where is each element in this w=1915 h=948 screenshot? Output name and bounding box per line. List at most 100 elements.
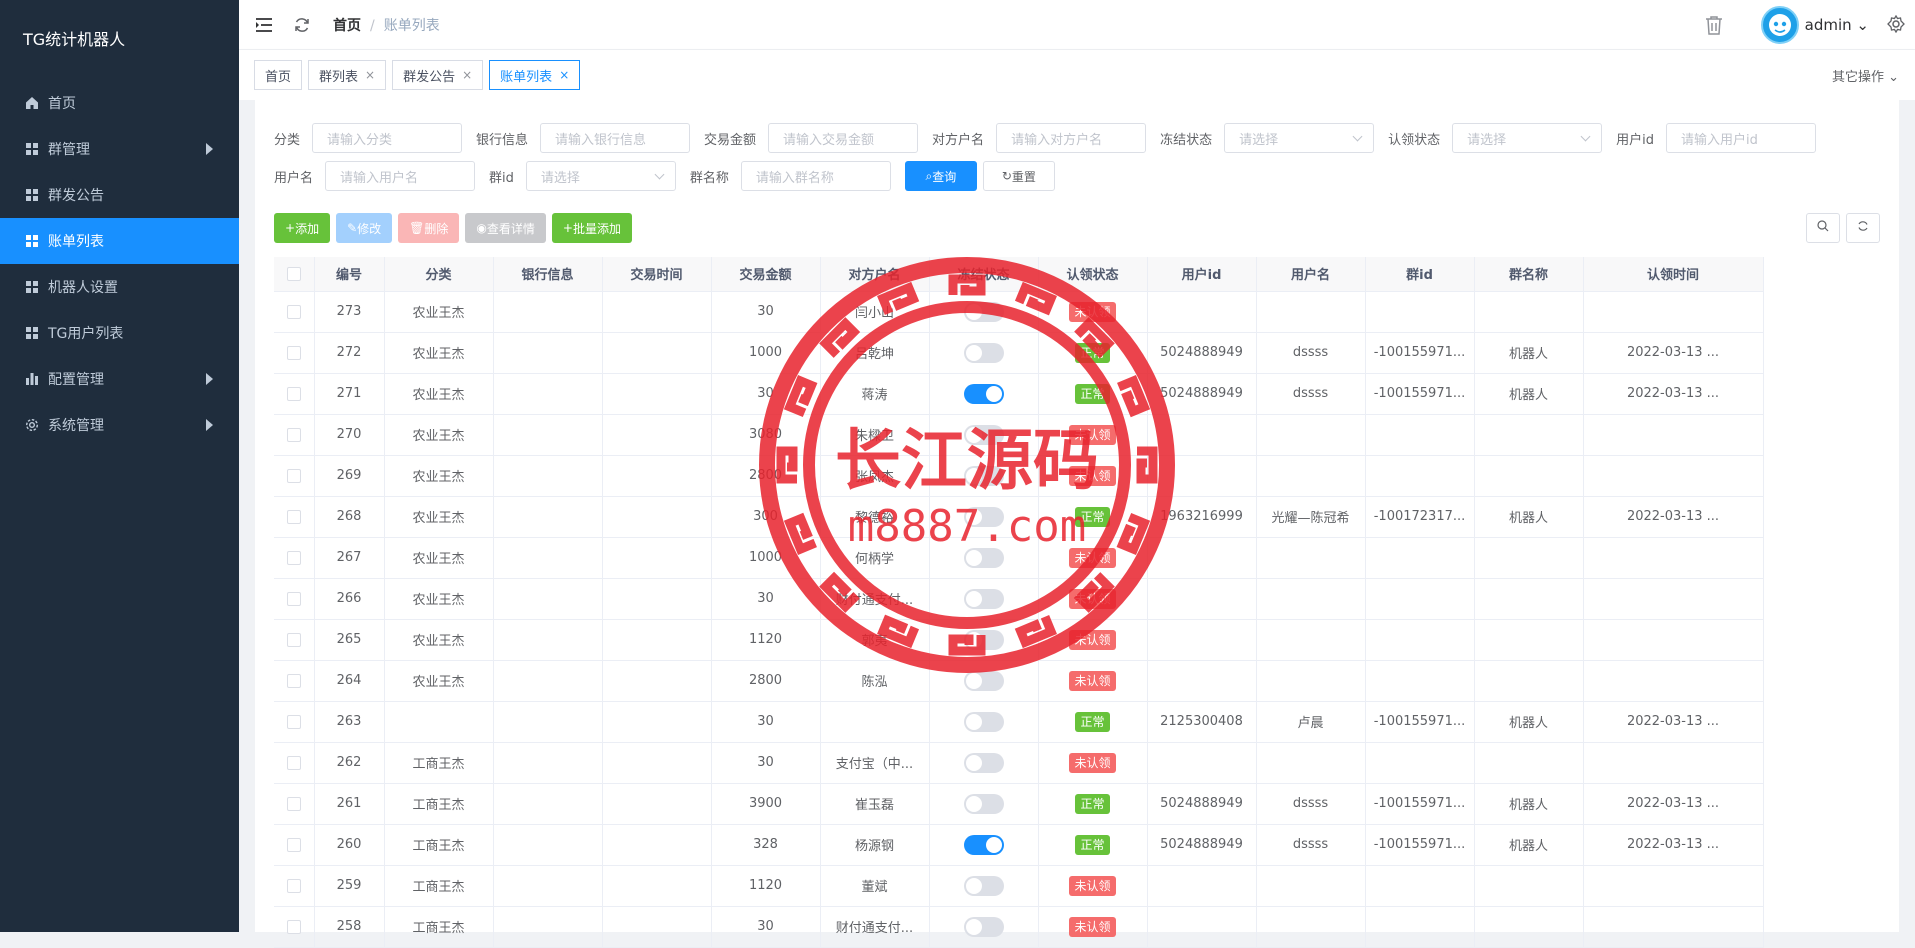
- row-checkbox[interactable]: [286, 714, 301, 729]
- column-header[interactable]: 认领状态: [1038, 257, 1148, 292]
- row-checkbox[interactable]: [286, 673, 301, 688]
- breadcrumb-home[interactable]: 首页: [333, 18, 361, 34]
- column-header[interactable]: 冻结状态: [929, 257, 1039, 292]
- table-row[interactable]: 266农业王杰30财付通支付...未认领✎ 修改🗑 删除: [274, 578, 1764, 620]
- freeze-switch[interactable]: [963, 547, 1004, 568]
- freeze-switch[interactable]: [963, 342, 1004, 363]
- close-icon[interactable]: ×: [365, 68, 375, 82]
- row-checkbox[interactable]: [286, 632, 301, 647]
- query-button[interactable]: ⌕ 查询: [904, 161, 977, 191]
- table-row[interactable]: 263 30 正常 2125300408 卢晨 -100155971... 机器人 2022-…: [274, 701, 1764, 743]
- refresh-icon[interactable]: [293, 16, 311, 34]
- bank-input[interactable]: 请输入银行信息: [540, 123, 691, 153]
- reset-button[interactable]: ↻ 重置: [982, 161, 1055, 191]
- row-checkbox[interactable]: [286, 919, 301, 934]
- column-header[interactable]: 用户名: [1256, 257, 1366, 292]
- sidebar-item-0[interactable]: 首页: [0, 80, 239, 126]
- row-checkbox[interactable]: [286, 468, 301, 483]
- table-row[interactable]: 262工商王杰30支付宝（中...未认领✎ 修改🗑 删除: [274, 742, 1764, 784]
- batch-add-button[interactable]: + 批量添加: [551, 213, 632, 243]
- username-input[interactable]: 请输入用户名: [325, 161, 476, 191]
- table-row[interactable]: 265农业王杰1120郭夷未认领✎ 修改🗑 删除: [274, 619, 1764, 661]
- table-row[interactable]: 258工商王杰30财付通支付...未认领✎ 修改🗑 删除: [274, 906, 1764, 948]
- row-checkbox[interactable]: [286, 427, 301, 442]
- row-checkbox[interactable]: [286, 304, 301, 319]
- freeze-switch[interactable]: [963, 670, 1004, 691]
- sidebar-item-4[interactable]: 机器人设置: [0, 264, 239, 310]
- view-detail-button[interactable]: ◉ 查看详情: [465, 213, 546, 243]
- add-button[interactable]: + 添加: [274, 213, 331, 243]
- column-header[interactable]: 银行信息: [493, 257, 603, 292]
- tag-1[interactable]: 群列表 ×: [308, 60, 387, 90]
- row-checkbox[interactable]: [286, 837, 301, 852]
- table-row[interactable]: 268 农业王杰 300 黎德裕 正常 1963216999 光耀—陈冠希 -10017231…: [274, 496, 1764, 538]
- column-header[interactable]: 交易金额: [711, 257, 821, 292]
- row-checkbox[interactable]: [286, 591, 301, 606]
- select-all-checkbox[interactable]: [286, 266, 301, 281]
- sidebar-item-6[interactable]: 配置管理: [0, 356, 239, 402]
- freeze-switch[interactable]: [963, 383, 1004, 404]
- table-row[interactable]: 264农业王杰2800陈泓未认领✎ 修改🗑 删除: [274, 660, 1764, 702]
- close-icon[interactable]: ×: [559, 68, 569, 82]
- counterparty-input[interactable]: 请输入对方户名: [996, 123, 1147, 153]
- category-input[interactable]: 请输入分类: [312, 123, 463, 153]
- freeze-switch[interactable]: [963, 301, 1004, 322]
- freeze-switch[interactable]: [963, 588, 1004, 609]
- column-header[interactable]: 对方户名: [820, 257, 930, 292]
- sidebar-item-5[interactable]: TG用户列表: [0, 310, 239, 356]
- freeze-switch[interactable]: [963, 793, 1004, 814]
- edit-button[interactable]: ✎ 修改: [336, 213, 393, 243]
- column-header[interactable]: 用户id: [1147, 257, 1257, 292]
- freeze-switch[interactable]: [963, 916, 1004, 937]
- freeze-switch[interactable]: [963, 506, 1004, 527]
- column-header[interactable]: 交易时间: [602, 257, 712, 292]
- row-checkbox[interactable]: [286, 386, 301, 401]
- table-row[interactable]: 273农业王杰30闫小山未认领✎ 修改🗑 删除: [274, 291, 1764, 333]
- close-icon[interactable]: ×: [462, 68, 472, 82]
- tag-3[interactable]: 账单列表 ×: [489, 60, 581, 90]
- toggle-search-button[interactable]: [1806, 213, 1840, 243]
- username-dropdown[interactable]: admin ⌄: [1805, 16, 1869, 34]
- avatar[interactable]: [1760, 6, 1799, 44]
- groupname-input[interactable]: 请输入群名称: [740, 161, 891, 191]
- freeze-switch[interactable]: [963, 465, 1004, 486]
- delete-button[interactable]: 🗑 删除: [398, 213, 460, 243]
- hamburger-icon[interactable]: [255, 16, 273, 34]
- claim-select[interactable]: 请选择: [1452, 123, 1603, 153]
- table-row[interactable]: 270农业王杰3080朱樑卫未认领✎ 修改🗑 删除: [274, 414, 1764, 456]
- column-header[interactable]: 认领时间: [1583, 257, 1764, 292]
- row-checkbox[interactable]: [286, 878, 301, 893]
- amount-input[interactable]: 请输入交易金额: [768, 123, 919, 153]
- row-checkbox[interactable]: [286, 550, 301, 565]
- column-header[interactable]: 群名称: [1474, 257, 1584, 292]
- row-checkbox[interactable]: [286, 345, 301, 360]
- freeze-switch[interactable]: [963, 424, 1004, 445]
- table-row[interactable]: 272 农业王杰 1000 吕乾坤 正常 5024888949 dssss -10015597…: [274, 332, 1764, 374]
- table-row[interactable]: 267农业王杰1000何柄学未认领✎ 修改🗑 删除: [274, 537, 1764, 579]
- freeze-switch[interactable]: [963, 711, 1004, 732]
- settings-gear-icon[interactable]: [1887, 14, 1907, 35]
- column-header[interactable]: 群id: [1365, 257, 1475, 292]
- tag-0[interactable]: 首页: [254, 60, 303, 90]
- table-row[interactable]: 260 工商王杰 328 杨源钢 正常 5024888949 dssss -100155971…: [274, 824, 1764, 866]
- freeze-select[interactable]: 请选择: [1224, 123, 1375, 153]
- row-checkbox[interactable]: [286, 796, 301, 811]
- table-row[interactable]: 271 农业王杰 30 蒋涛 正常 5024888949 dssss -100155971..…: [274, 373, 1764, 415]
- column-header[interactable]: 编号: [314, 257, 385, 292]
- other-operations-dropdown[interactable]: 其它操作 ⌄: [1832, 66, 1899, 85]
- freeze-switch[interactable]: [963, 629, 1004, 650]
- freeze-switch[interactable]: [963, 752, 1004, 773]
- freeze-switch[interactable]: [963, 834, 1004, 855]
- sidebar-item-7[interactable]: 系统管理: [0, 402, 239, 448]
- freeze-switch[interactable]: [963, 875, 1004, 896]
- table-row[interactable]: 259工商王杰1120董斌未认领✎ 修改🗑 删除: [274, 865, 1764, 907]
- refresh-table-button[interactable]: [1846, 213, 1880, 243]
- sidebar-item-2[interactable]: 群发公告: [0, 172, 239, 218]
- row-checkbox[interactable]: [286, 755, 301, 770]
- trash-icon[interactable]: [1705, 15, 1725, 35]
- sidebar-item-1[interactable]: 群管理: [0, 126, 239, 172]
- table-row[interactable]: 269农业王杰2800张凤杰未认领✎ 修改🗑 删除: [274, 455, 1764, 497]
- table-row[interactable]: 261 工商王杰 3900 崔玉磊 正常 5024888949 dssss -10015597…: [274, 783, 1764, 825]
- userid-input[interactable]: 请输入用户id: [1665, 123, 1816, 153]
- groupid-select[interactable]: 请选择: [525, 161, 676, 191]
